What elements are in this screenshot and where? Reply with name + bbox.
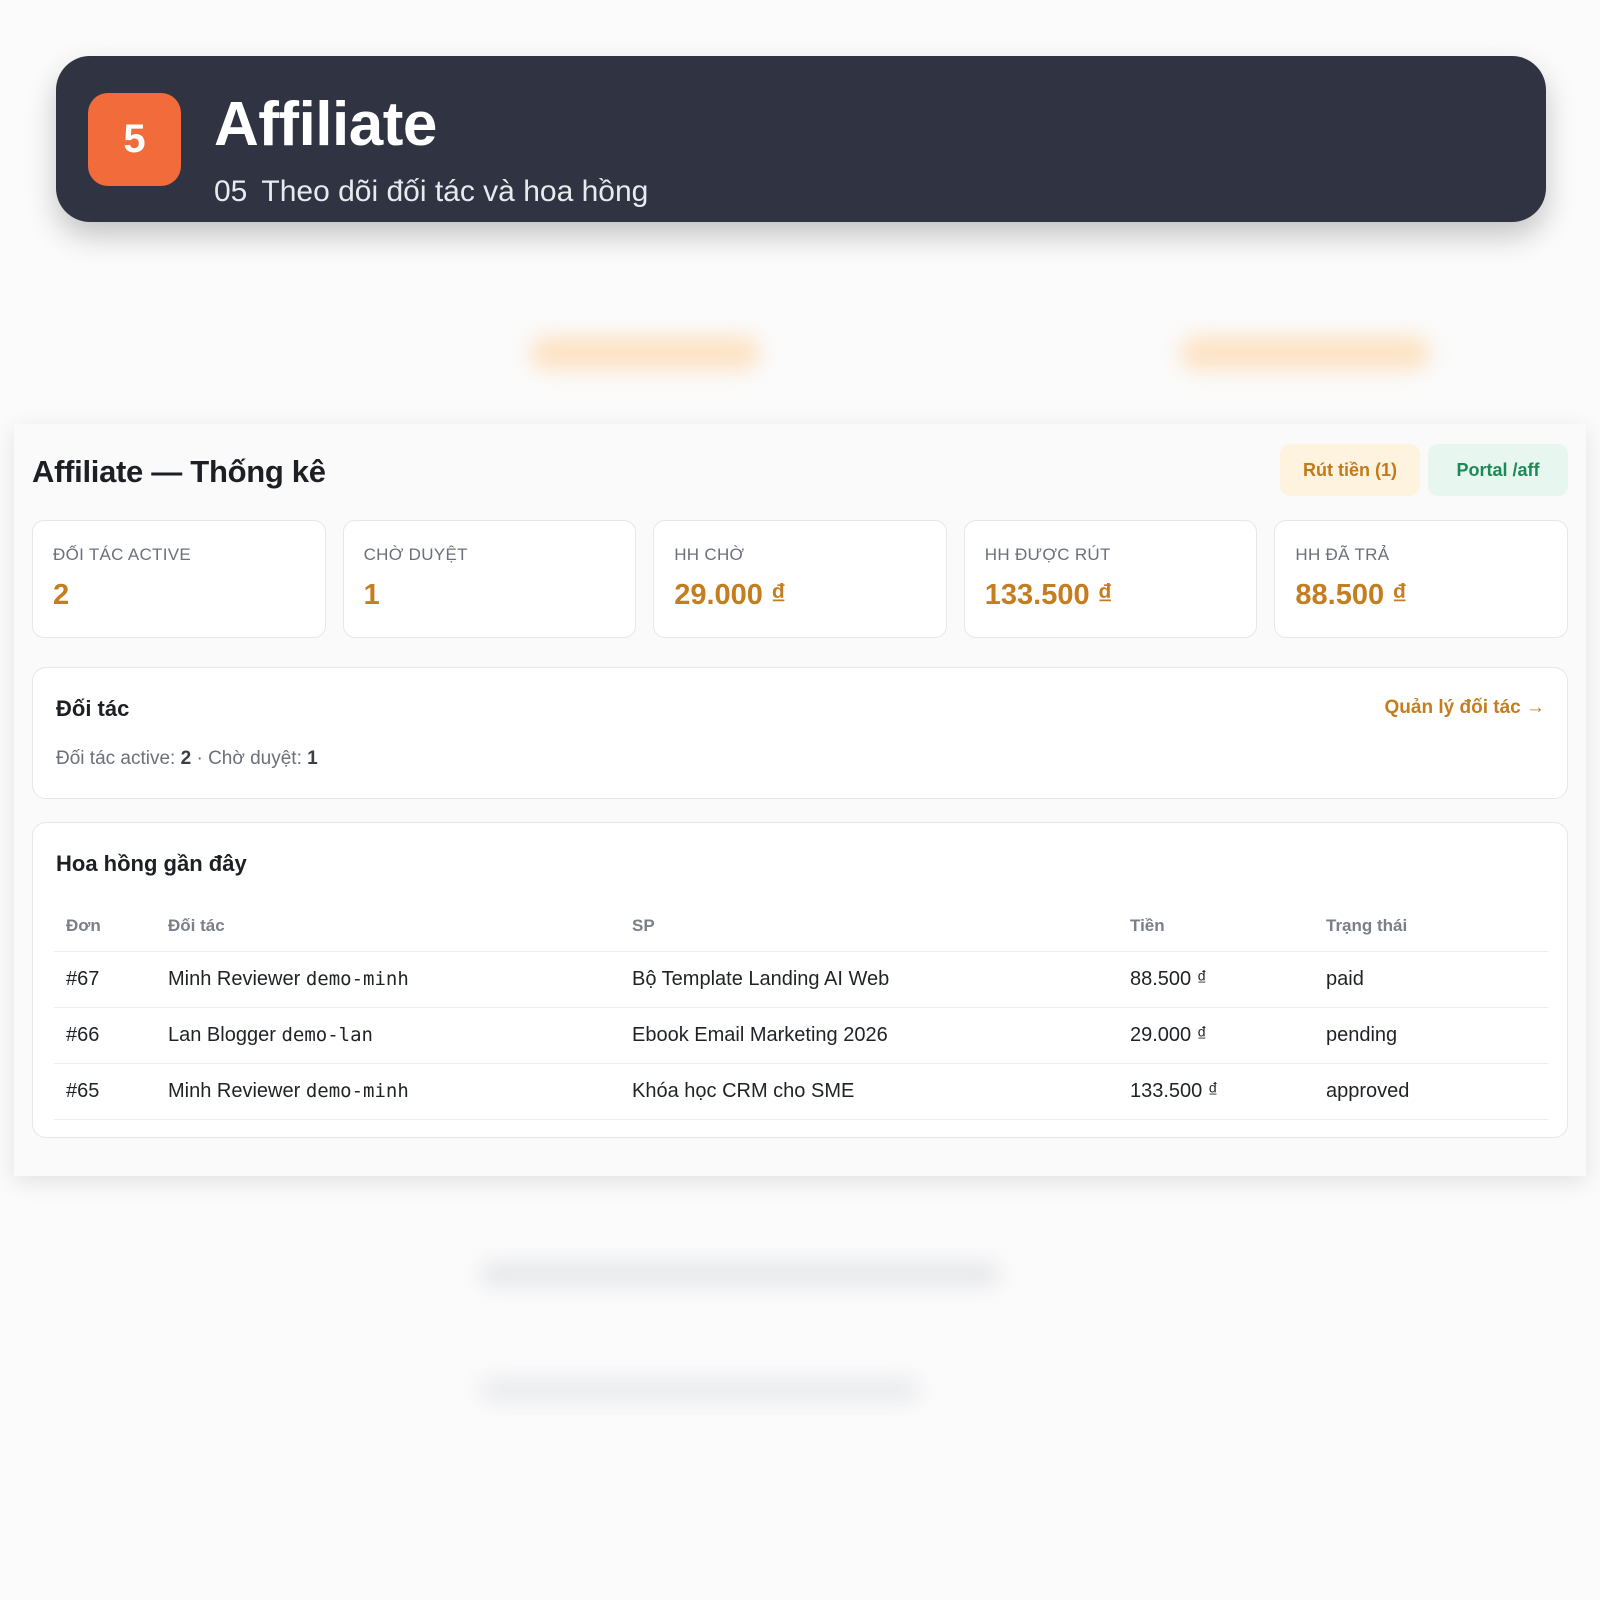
- stat-value: 1: [363, 579, 380, 611]
- stat-card-active-partners: Đối tác active 2: [32, 520, 326, 638]
- order-cell: #66: [54, 1007, 156, 1064]
- blurred-decoration: [1180, 336, 1430, 370]
- pending-count: 1: [307, 748, 318, 769]
- order-cell: #67: [54, 951, 156, 1008]
- order-cell: #65: [54, 1063, 156, 1120]
- partner-cell: Lan Blogger demo-lan: [156, 1007, 620, 1064]
- stat-card-commission-withdrawable: HH được rút 133.500 ₫: [963, 520, 1258, 638]
- banner-subtitle-number: 05: [214, 175, 248, 208]
- banner-subtitle-text: Theo dõi đối tác và hoa hồng: [261, 175, 649, 208]
- recent-commissions-card: Hoa hồng gần đây Đơn Đối tác SP Tiền Trạ…: [32, 822, 1568, 1138]
- stat-value: 88.500 ₫: [1295, 579, 1408, 611]
- partner-name: Minh Reviewer: [168, 1080, 301, 1102]
- stat-card-commission-pending: HH chờ 29.000 ₫: [653, 520, 947, 638]
- banner-title: Affiliate: [214, 90, 437, 159]
- blurred-decoration: [480, 1262, 1000, 1286]
- product-cell: Khóa học CRM cho SME: [620, 1063, 1118, 1120]
- pending-label: Chờ duyệt:: [208, 748, 302, 769]
- active-count: 2: [180, 748, 192, 769]
- blurred-decoration: [480, 1378, 920, 1402]
- table-row[interactable]: #66 Lan Blogger demo-lan Ebook Email Mar…: [54, 1007, 1548, 1064]
- table-header-row: Đơn Đối tác SP Tiền Trạng thái: [54, 901, 1548, 952]
- stat-label: HH chờ: [674, 545, 745, 564]
- banner-subtitle: 05 Theo dõi đối tác và hoa hồng: [214, 177, 648, 207]
- commissions-heading: Hoa hồng gần đây: [56, 851, 247, 876]
- partner-name: Minh Reviewer: [168, 968, 301, 990]
- table-row[interactable]: #65 Minh Reviewer demo-minh Khóa học CRM…: [54, 1063, 1548, 1120]
- column-header-product[interactable]: SP: [620, 901, 1118, 952]
- product-cell: Bộ Template Landing AI Web: [620, 951, 1118, 1008]
- commissions-table: Đơn Đối tác SP Tiền Trạng thái #67 Minh …: [54, 901, 1548, 1120]
- partners-heading: Đối tác: [56, 696, 130, 721]
- partner-summary: Đối tác active: 2 · Chờ duyệt: 1: [56, 748, 318, 770]
- portal-button[interactable]: Portal /aff: [1428, 444, 1568, 496]
- amount-cell: 88.500 ₫: [1118, 951, 1314, 1008]
- status-cell: pending: [1314, 1007, 1548, 1064]
- partner-cell: Minh Reviewer demo-minh: [156, 951, 620, 1008]
- partner-code: demo-minh: [305, 968, 409, 990]
- stat-value: 29.000 ₫: [674, 579, 786, 611]
- partner-name: Lan Blogger: [168, 1024, 276, 1046]
- column-header-partner[interactable]: Đối tác: [156, 901, 620, 952]
- stat-value: 2: [53, 579, 70, 611]
- stat-value: 133.500 ₫: [984, 579, 1113, 611]
- column-header-amount[interactable]: Tiền: [1118, 901, 1314, 952]
- section-banner: 5 Affiliate 05 Theo dõi đối tác và hoa hồ…: [56, 56, 1546, 222]
- step-badge: 5: [88, 93, 181, 186]
- amount-cell: 133.500 ₫: [1118, 1063, 1314, 1120]
- partner-code: demo-lan: [281, 1024, 373, 1046]
- column-header-status[interactable]: Trạng thái: [1314, 901, 1548, 952]
- blurred-decoration: [530, 336, 760, 370]
- stat-label: Chờ duyệt: [363, 545, 468, 564]
- withdraw-button[interactable]: Rút tiền (1): [1280, 444, 1420, 496]
- page-title: Affiliate — Thống kê: [32, 454, 326, 489]
- product-cell: Ebook Email Marketing 2026: [620, 1007, 1118, 1064]
- active-label: Đối tác active:: [56, 748, 176, 769]
- table-row[interactable]: #67 Minh Reviewer demo-minh Bộ Template …: [54, 951, 1548, 1008]
- status-cell: approved: [1314, 1063, 1548, 1120]
- stat-label: Đối tác active: [53, 545, 192, 564]
- stat-card-commission-paid: HH đã trả 88.500 ₫: [1274, 520, 1568, 638]
- stat-card-pending: Chờ duyệt 1: [342, 520, 637, 638]
- partner-code: demo-minh: [305, 1080, 409, 1102]
- summary-separator: ·: [196, 748, 203, 769]
- partners-card: Đối tác Quản lý đối tác → Đối tác active…: [32, 667, 1568, 799]
- partner-cell: Minh Reviewer demo-minh: [156, 1063, 620, 1120]
- stat-label: HH đã trả: [1295, 545, 1390, 564]
- stat-cards: Đối tác active 2 Chờ duyệt 1 HH chờ 29.0…: [32, 520, 1568, 638]
- manage-partners-link[interactable]: Quản lý đối tác →: [1385, 697, 1545, 719]
- column-header-order[interactable]: Đơn: [54, 901, 156, 952]
- status-cell: paid: [1314, 951, 1548, 1008]
- stat-label: HH được rút: [984, 545, 1111, 564]
- affiliate-stats-panel: Affiliate — Thống kê Rút tiền (1) Portal…: [14, 424, 1586, 1176]
- amount-cell: 29.000 ₫: [1118, 1007, 1314, 1064]
